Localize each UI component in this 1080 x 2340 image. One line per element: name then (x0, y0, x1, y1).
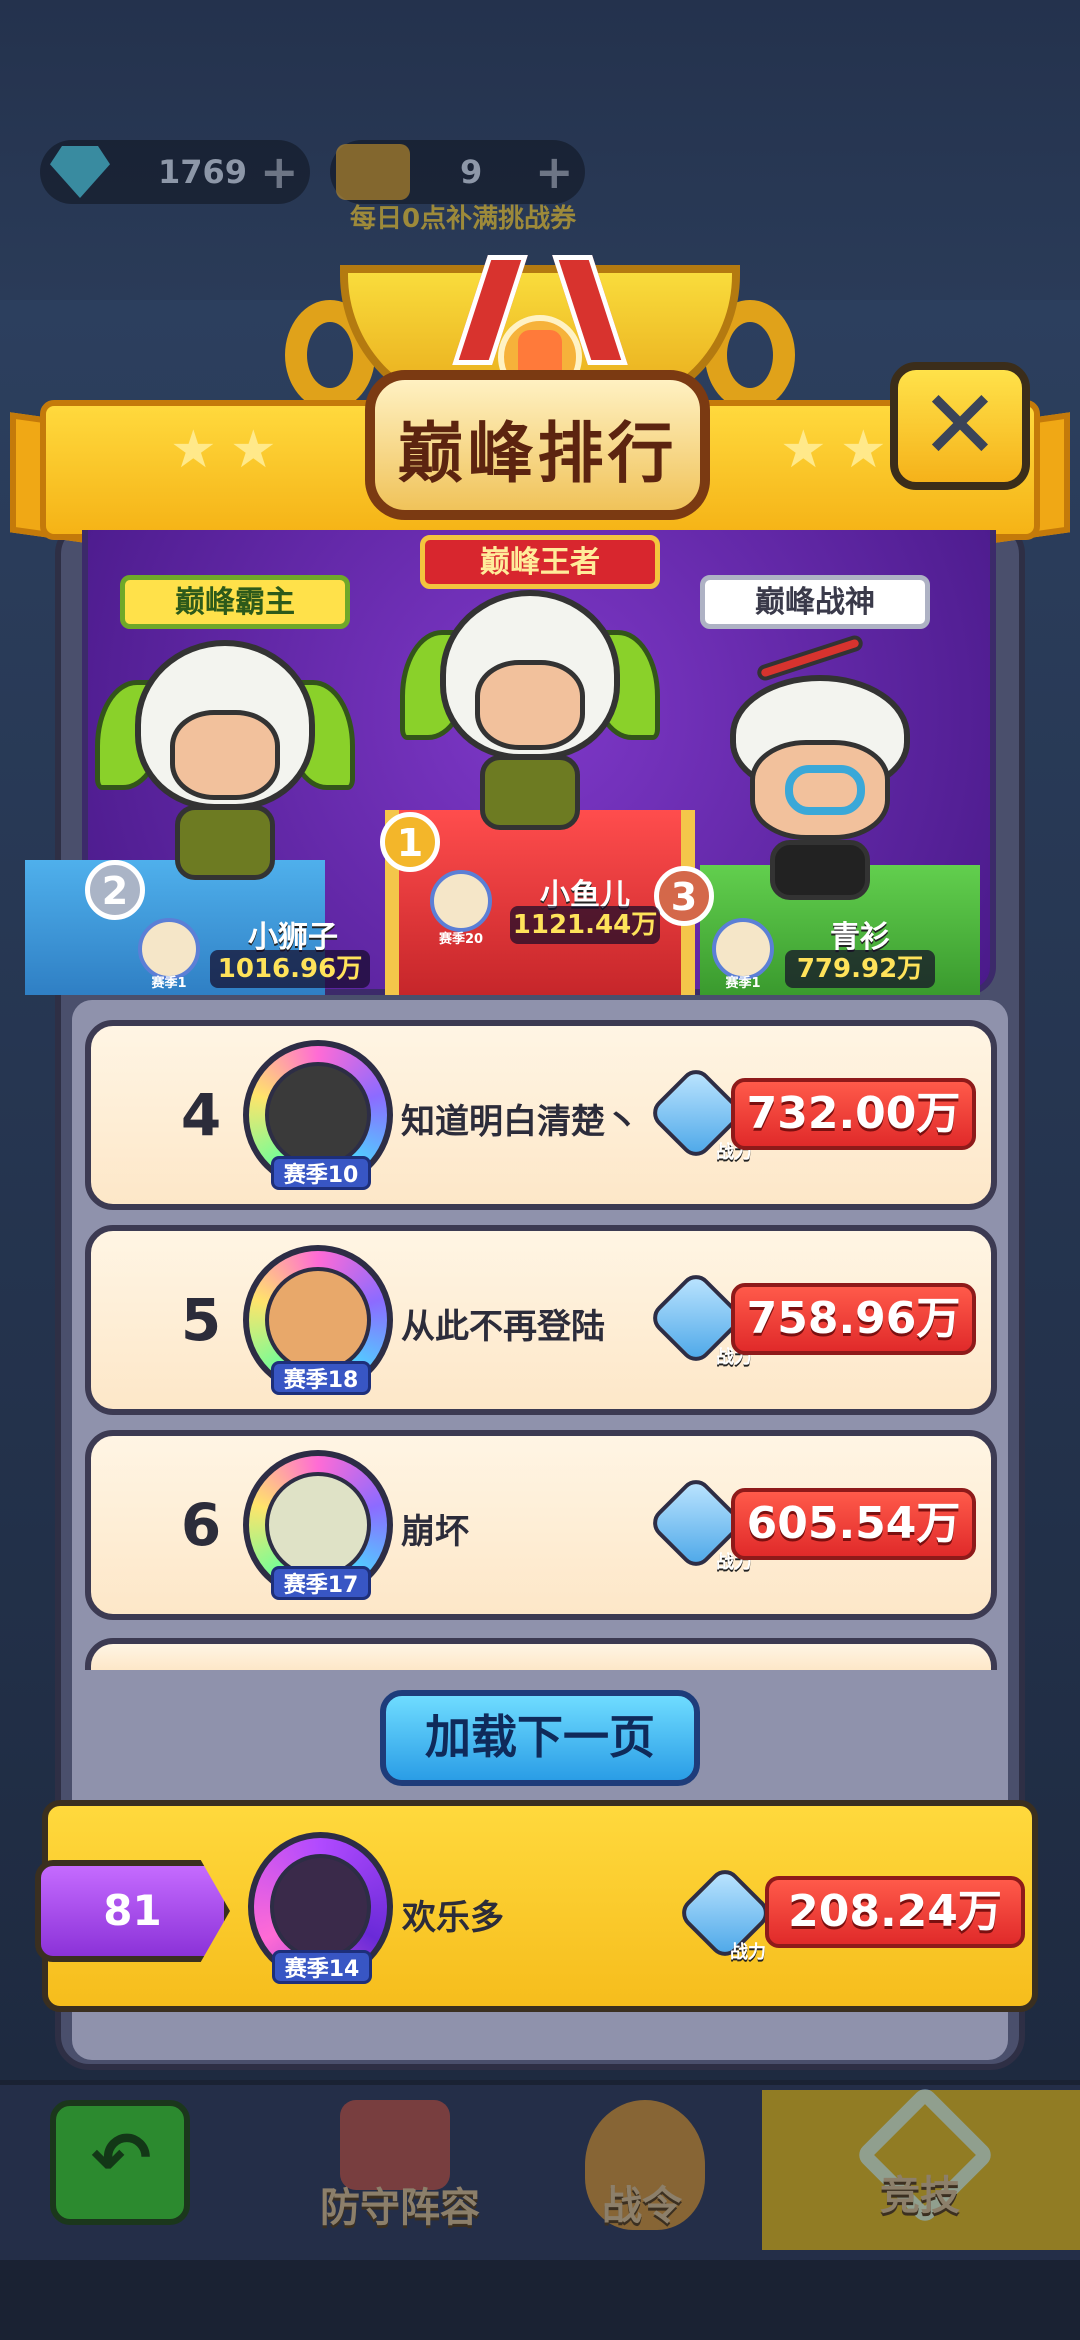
character-3[interactable] (715, 633, 935, 900)
season-label: 赛季14 (272, 1950, 372, 1984)
face (170, 710, 280, 800)
ticket-refill-hint: 每日0点补满挑战券 (350, 204, 577, 234)
power-bar: 758.96万 (731, 1283, 976, 1355)
star-icon: ★ (230, 420, 277, 480)
player-name: 崩坏 (401, 1512, 469, 1552)
star-icon: ★ (170, 420, 217, 480)
list-item[interactable]: 5 赛季18 从此不再登陆 战力 758.96万 (85, 1225, 997, 1415)
list-item[interactable]: 4 赛季10 知道明白清楚丶 战力 732.00万 (85, 1020, 997, 1210)
monster-avatar-icon (265, 1472, 371, 1578)
power-bar: 605.54万 (731, 1488, 976, 1560)
star-icon: ★ (780, 420, 827, 480)
add-ticket-icon[interactable]: + (535, 140, 574, 204)
goggles-icon (785, 765, 865, 815)
modal-title: 巅峰排行 (397, 415, 678, 492)
ticket-value: 9 (460, 153, 483, 191)
rank-badge-2: 2 (85, 860, 145, 920)
star-icon: ★ (840, 420, 887, 480)
podium-tag-3: 巅峰战神 (700, 575, 930, 629)
my-rank: 81 (35, 1860, 230, 1962)
nav-back-button[interactable]: ↶ (50, 2100, 190, 2225)
rank-badge-1: 1 (380, 812, 440, 872)
rank-badge-3: 3 (654, 866, 714, 926)
reaper-avatar-icon (270, 1854, 371, 1960)
podium-power-2: 1016.96万 (210, 950, 370, 988)
podium-tag-2: 巅峰霸主 (120, 575, 350, 629)
season-label: 赛季17 (271, 1566, 371, 1600)
my-power-value: 208.24万 (788, 1886, 1002, 1937)
sunglasses-avatar-icon (265, 1267, 371, 1373)
nav-pass-label: 战令 (602, 2183, 682, 2229)
podium-tag-1: 巅峰王者 (420, 535, 660, 589)
player-name: 从此不再登陆 (401, 1307, 605, 1347)
body (770, 840, 870, 900)
face (475, 660, 585, 750)
my-power-bar: 208.24万 (765, 1876, 1025, 1948)
ticket-counter[interactable]: 9 + (330, 140, 585, 204)
avatar[interactable] (430, 870, 492, 932)
add-diamond-icon[interactable]: + (260, 140, 299, 204)
nav-arena[interactable]: 竞技 (850, 2084, 1000, 2235)
avatar[interactable] (138, 918, 200, 980)
season-label: 赛季20 (438, 932, 484, 947)
season-label: 赛季1 (725, 976, 761, 991)
nav-defense[interactable]: 防守阵容 (320, 2095, 480, 2231)
nav-arena-label: 竞技 (880, 2173, 960, 2219)
season-label: 赛季18 (271, 1361, 371, 1395)
power-bar: 732.00万 (731, 1078, 976, 1150)
load-next-page-button[interactable]: 加载下一页 (380, 1690, 700, 1786)
undo-icon: ↶ (91, 2116, 152, 2200)
podium-power-3: 779.92万 (785, 950, 935, 988)
power-value: 758.96万 (746, 1293, 961, 1344)
my-name: 欢乐多 (402, 1898, 504, 1938)
character-1[interactable] (400, 590, 660, 840)
podium-power-1: 1121.44万 (510, 906, 660, 944)
body (480, 755, 580, 830)
skull-avatar-icon (265, 1062, 371, 1168)
list-item-partial (85, 1638, 997, 1670)
power-label: 战力 (730, 1942, 766, 1963)
nav-pass[interactable]: 战令 (580, 2095, 710, 2245)
list-item[interactable]: 6 赛季17 崩坏 战力 605.54万 (85, 1430, 997, 1620)
player-name: 知道明白清楚丶 (401, 1102, 639, 1142)
power-value: 605.54万 (746, 1498, 961, 1549)
season-label: 赛季1 (151, 976, 187, 991)
body (175, 805, 275, 880)
diamond-counter[interactable]: 1769 + (40, 140, 310, 204)
avatar[interactable] (712, 918, 774, 980)
nav-defense-label: 防守阵容 (320, 2185, 480, 2231)
diamond-value: 1769 (158, 153, 248, 191)
power-value: 732.00万 (746, 1088, 961, 1139)
ticket-icon (336, 144, 410, 200)
close-icon[interactable]: ✕ (890, 370, 1030, 480)
diamond-icon (50, 146, 110, 198)
character-2[interactable] (95, 640, 355, 890)
season-label: 赛季10 (271, 1156, 371, 1190)
